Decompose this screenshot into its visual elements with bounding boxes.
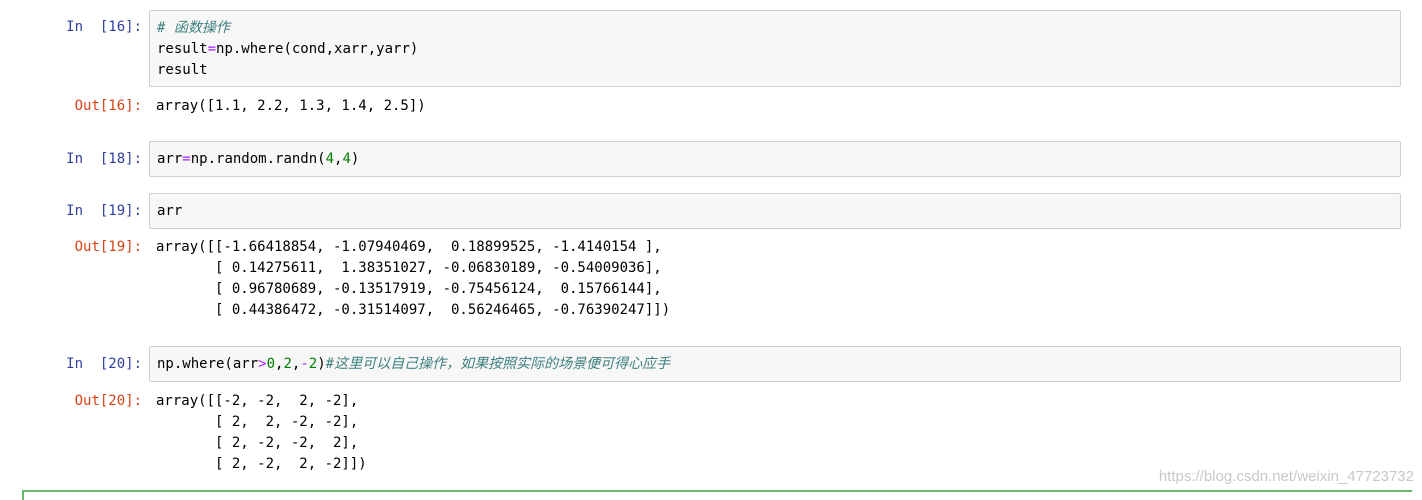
number: 0 xyxy=(266,356,276,372)
code-cell-19[interactable]: arr xyxy=(149,193,1401,229)
number: 4 xyxy=(325,151,335,167)
code-token: arr xyxy=(157,203,183,219)
code-cell-20[interactable]: np.where(arr>0,2,-2)#这里可以自己操作，如果按照实际的场景便… xyxy=(149,346,1401,382)
code-token: ) xyxy=(317,356,326,372)
code-token: np.random.randn( xyxy=(190,151,326,167)
comment: # 函数操作 xyxy=(157,20,230,36)
number: 2 xyxy=(283,356,292,372)
code-editor[interactable]: np.where(arr>0,2,-2)#这里可以自己操作，如果按照实际的场景便… xyxy=(150,347,1400,382)
out-prompt-20: Out[20]: xyxy=(74,393,142,409)
comment: #这里可以自己操作，如果按照实际的场景便可得心应手 xyxy=(325,356,671,372)
operator: - xyxy=(300,356,309,372)
code-editor[interactable]: arr=np.random.randn(4,4) xyxy=(150,142,1400,177)
code-cell-18[interactable]: arr=np.random.randn(4,4) xyxy=(149,141,1401,177)
output-19: array([[-1.66418854, -1.07940469, 0.1889… xyxy=(156,239,671,318)
output-20: array([[-2, -2, 2, -2], [ 2, 2, -2, -2],… xyxy=(156,393,367,472)
in-prompt-16: In [16]: xyxy=(66,19,142,35)
operator: > xyxy=(258,356,267,372)
selected-next-cell[interactable] xyxy=(22,490,1412,500)
operator: = xyxy=(207,41,217,57)
output-16: array([1.1, 2.2, 1.3, 1.4, 2.5]) xyxy=(156,98,426,114)
code-token: np.where(arr xyxy=(157,356,259,372)
code-editor[interactable]: # 函数操作 result=np.where(cond,xarr,yarr) r… xyxy=(150,11,1400,88)
number: 2 xyxy=(308,356,318,372)
code-token: result xyxy=(157,41,208,57)
code-token: np.where(cond,xarr,yarr) xyxy=(216,41,419,57)
out-prompt-16: Out[16]: xyxy=(74,98,142,114)
operator: = xyxy=(182,151,191,167)
in-prompt-20: In [20]: xyxy=(66,356,142,372)
code-token: arr xyxy=(157,151,183,167)
number: 4 xyxy=(342,151,351,167)
watermark: https://blog.csdn.net/weixin_47723732 xyxy=(1158,468,1414,485)
code-editor[interactable]: arr xyxy=(150,194,1400,229)
out-prompt-19: Out[19]: xyxy=(74,239,142,255)
code-token: ) xyxy=(350,151,360,167)
notebook: In [16]: # 函数操作 result=np.where(cond,xar… xyxy=(0,0,1422,500)
in-prompt-18: In [18]: xyxy=(66,151,142,167)
code-cell-16[interactable]: # 函数操作 result=np.where(cond,xarr,yarr) r… xyxy=(149,10,1401,87)
in-prompt-19: In [19]: xyxy=(66,203,142,219)
code-token: result xyxy=(157,62,208,78)
